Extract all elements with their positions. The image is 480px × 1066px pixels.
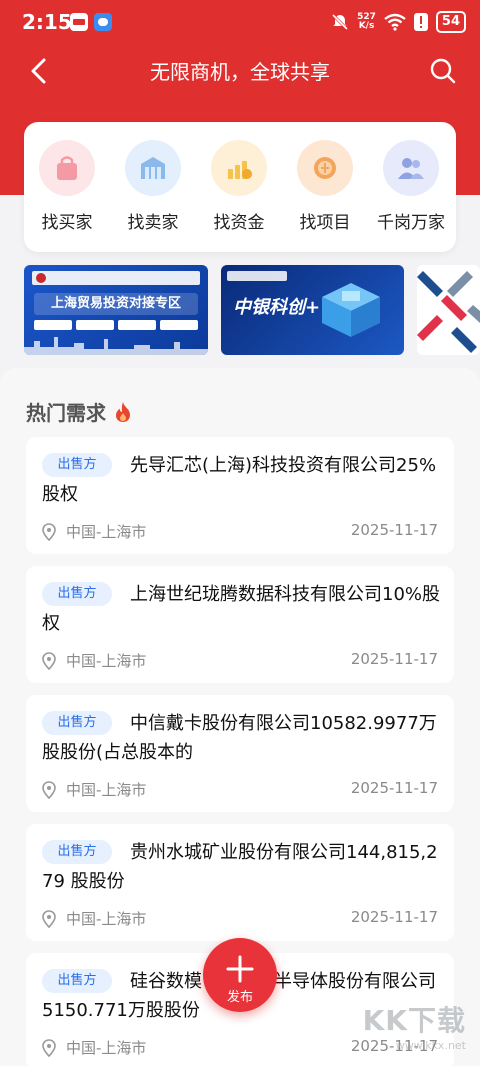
- category-find-seller[interactable]: 找卖家: [110, 140, 196, 233]
- demand-date: 2025-11-17: [350, 650, 438, 668]
- demand-card[interactable]: 出售方 先导汇芯(上海)科技投资有限公司25%股权 中国-上海市 2025-11…: [26, 437, 454, 554]
- battery-indicator: 54: [435, 11, 466, 33]
- search-icon[interactable]: [428, 56, 458, 86]
- coins-chart-icon: [211, 140, 267, 196]
- demand-location: 中国-上海市: [42, 1037, 146, 1058]
- notification-cloud-icon: [94, 13, 112, 31]
- category-find-buyer[interactable]: 找买家: [24, 140, 110, 233]
- demand-location: 中国-上海市: [42, 908, 146, 929]
- demand-title: 贵州水城矿业股份有限公司144,815,279 股股份: [42, 842, 438, 892]
- category-card: 找买家 找卖家 找资金 找项目 千岗万家: [24, 122, 456, 252]
- demand-date: 2025-11-17: [350, 908, 438, 926]
- alert-icon: [413, 13, 428, 31]
- mute-bell-icon: [332, 13, 349, 31]
- hot-demands-header: 热门需求: [26, 397, 132, 426]
- banner-header-strip: [227, 271, 287, 281]
- fire-icon: [116, 401, 130, 422]
- wifi-icon: [384, 13, 406, 31]
- banner-header-strip: [32, 271, 200, 285]
- category-jobs[interactable]: 千岗万家: [368, 140, 454, 233]
- banner-title: 中银科创+: [233, 297, 321, 318]
- category-find-project[interactable]: 找项目: [282, 140, 368, 233]
- category-label: 找项目: [299, 213, 351, 233]
- demand-card[interactable]: 出售方 贵州水城矿业股份有限公司144,815,279 股股份 中国-上海市 2…: [26, 824, 454, 941]
- status-time: 2:15: [22, 10, 72, 34]
- shopping-bag-icon: [39, 140, 95, 196]
- demand-card[interactable]: 出售方 上海世纪珑腾数据科技有限公司10%股权 中国-上海市 2025-11-1…: [26, 566, 454, 683]
- demand-date: 2025-11-17: [350, 779, 438, 797]
- demand-location: 中国-上海市: [42, 650, 146, 671]
- bank-logo-icon: [36, 273, 46, 283]
- category-label: 找卖家: [127, 213, 179, 233]
- location-pin-icon: [42, 780, 56, 799]
- category-find-funds[interactable]: 找资金: [196, 140, 282, 233]
- location-pin-icon: [42, 522, 56, 541]
- category-label: 找资金: [213, 213, 265, 233]
- banner-boc-sci-tech[interactable]: 中银科创+: [221, 265, 404, 355]
- plus-icon: [226, 955, 254, 983]
- people-icon: [383, 140, 439, 196]
- demand-location: 中国-上海市: [42, 521, 146, 542]
- demand-title: 中信戴卡股份有限公司10582.9977万股股份(占总股本的: [42, 713, 437, 763]
- nav-bar: 无限商机，全球共享: [0, 44, 480, 96]
- demand-title: 上海世纪珑腾数据科技有限公司10%股权: [42, 584, 441, 634]
- banner-shanghai-trade[interactable]: 上海贸易投资对接专区: [24, 265, 208, 355]
- demand-card[interactable]: 出售方 中信戴卡股份有限公司10582.9977万股股份(占总股本的 中国-上海…: [26, 695, 454, 812]
- section-title: 热门需求: [26, 401, 106, 425]
- demand-location: 中国-上海市: [42, 779, 146, 800]
- publish-label: 发布: [226, 990, 253, 1005]
- demand-date: 2025-11-17: [350, 521, 438, 539]
- category-label: 千岗万家: [377, 213, 445, 233]
- status-bar: 2:15 527 K/s 54: [0, 0, 480, 44]
- watermark: KK下载 www.kkx.net: [362, 1004, 466, 1052]
- banner-tags: [34, 320, 198, 330]
- net-speed: 527 K/s: [357, 12, 376, 31]
- notification-app-icon: [70, 13, 88, 31]
- project-coin-icon: [297, 140, 353, 196]
- banner-title: 上海贸易投资对接专区: [34, 293, 198, 315]
- banner-partial[interactable]: [417, 265, 480, 355]
- location-pin-icon: [42, 909, 56, 928]
- pattern-logo-icon: [417, 271, 480, 353]
- location-pin-icon: [42, 651, 56, 670]
- city-skyline-icon: [24, 337, 208, 355]
- page-title: 无限商机，全球共享: [150, 60, 330, 84]
- demand-title: 先导汇芯(上海)科技投资有限公司25%股权: [42, 455, 437, 505]
- location-pin-icon: [42, 1038, 56, 1057]
- storefront-icon: [125, 140, 181, 196]
- category-label: 找买家: [41, 213, 93, 233]
- data-cube-icon: [322, 283, 380, 337]
- publish-button[interactable]: 发布: [203, 938, 277, 1012]
